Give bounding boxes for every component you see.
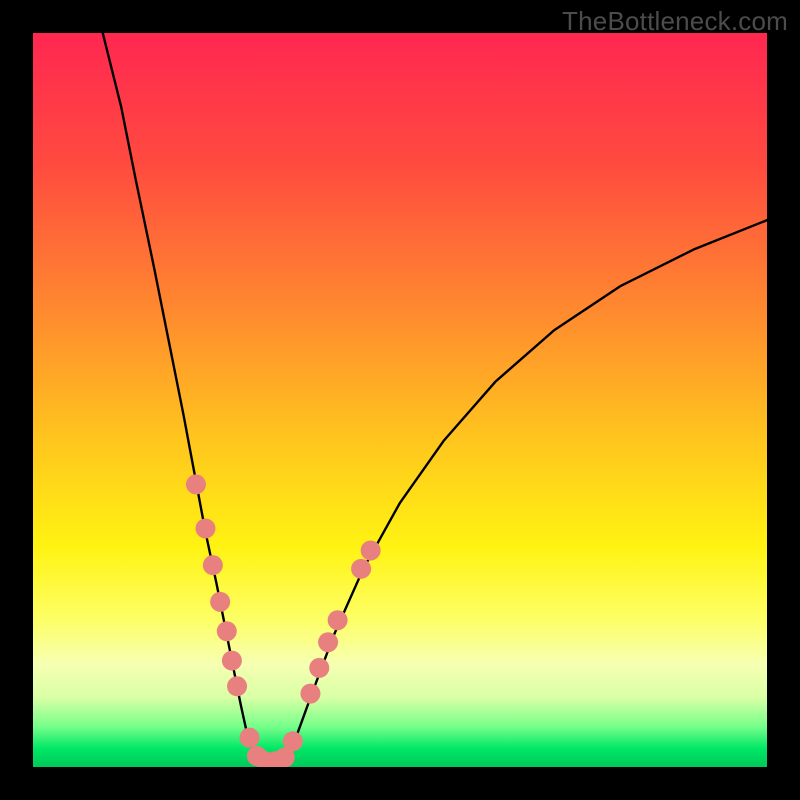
gradient-background bbox=[33, 33, 767, 767]
marker-dot bbox=[361, 540, 381, 560]
marker-dot bbox=[300, 684, 320, 704]
marker-dot bbox=[203, 555, 223, 575]
marker-dot bbox=[283, 731, 303, 751]
marker-dot bbox=[309, 658, 329, 678]
outer-frame: TheBottleneck.com bbox=[0, 0, 800, 800]
marker-dot bbox=[227, 676, 247, 696]
marker-dot bbox=[186, 474, 206, 494]
marker-dot bbox=[210, 592, 230, 612]
marker-dot bbox=[351, 559, 371, 579]
marker-dot bbox=[240, 728, 260, 748]
marker-dot bbox=[318, 632, 338, 652]
bottleneck-chart bbox=[0, 0, 800, 800]
marker-dot bbox=[222, 651, 242, 671]
marker-dot bbox=[195, 518, 215, 538]
marker-dot bbox=[217, 621, 237, 641]
marker-dot bbox=[328, 610, 348, 630]
